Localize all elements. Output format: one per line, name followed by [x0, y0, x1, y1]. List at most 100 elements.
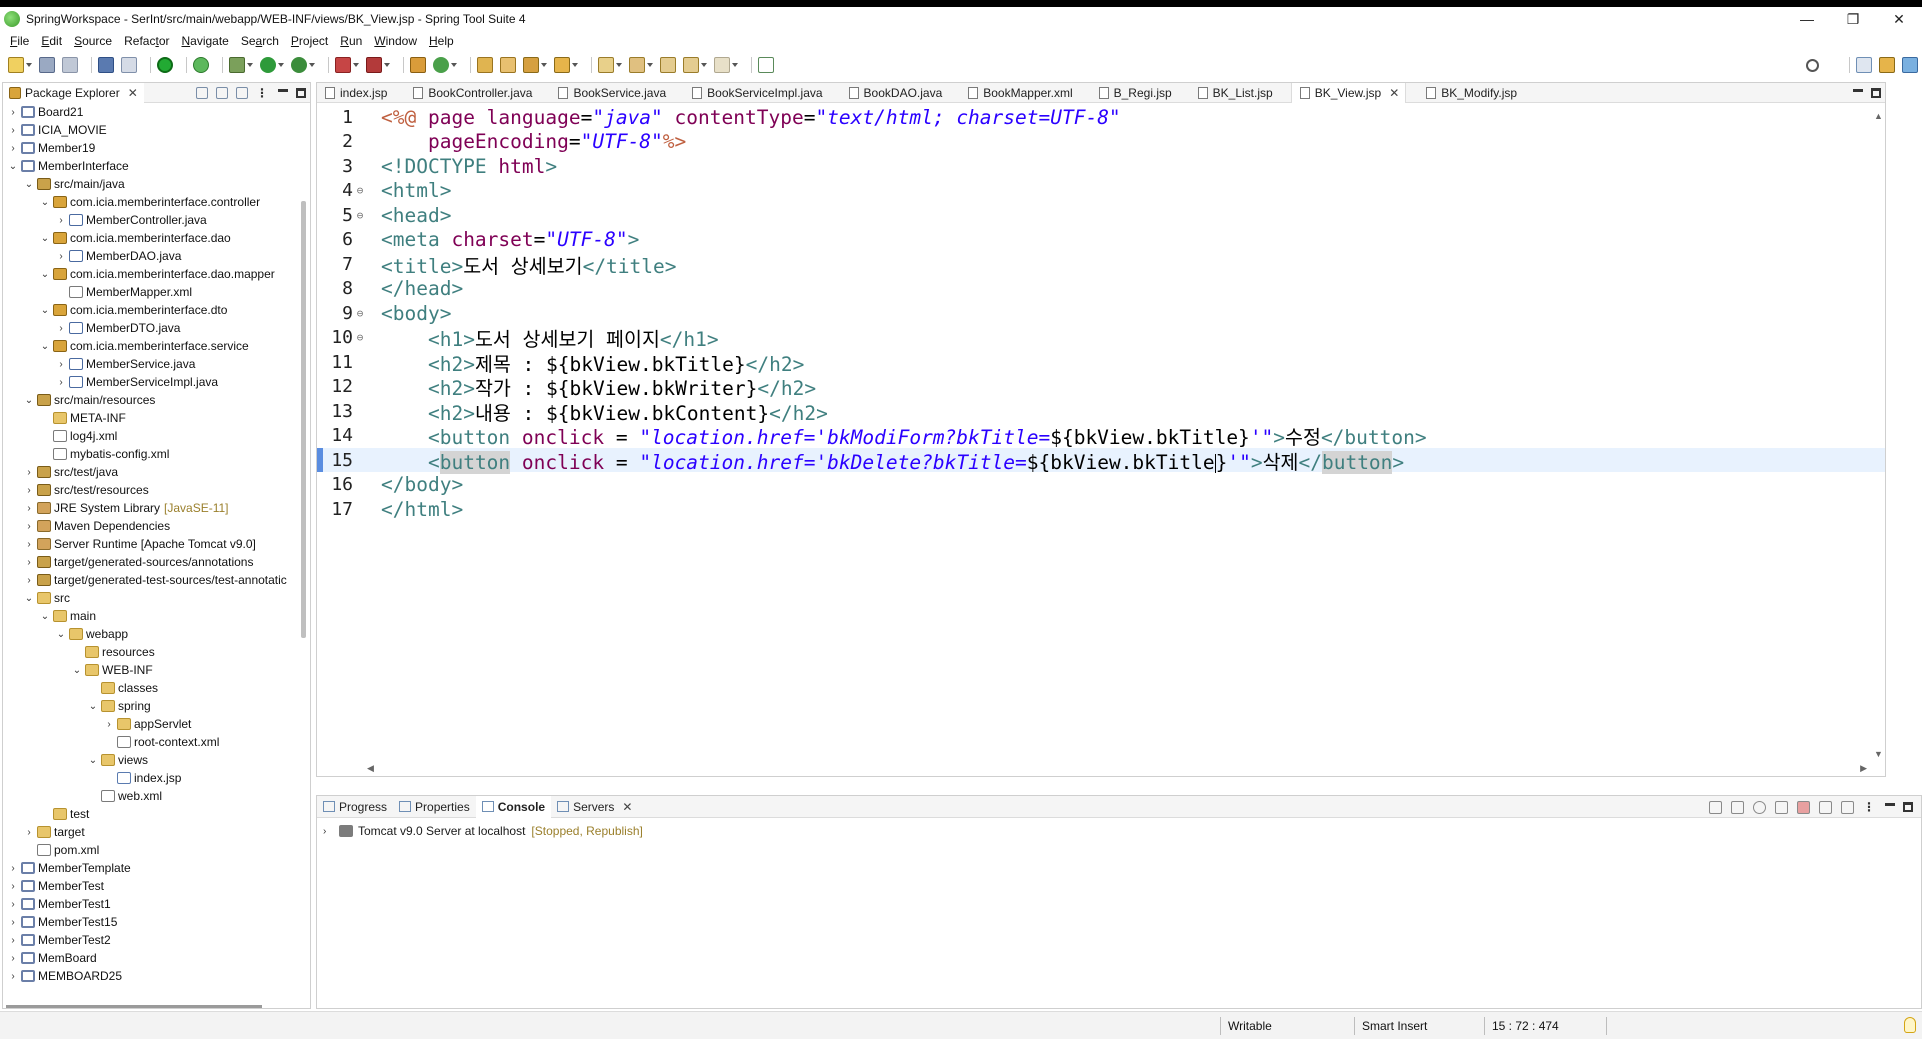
- tree-vertical-scrollbar[interactable]: [301, 201, 306, 638]
- editor-vertical-scrollbar[interactable]: ▲ ▼: [1873, 111, 1883, 759]
- tab-progress[interactable]: Progress: [317, 796, 393, 818]
- chevron-right-icon[interactable]: ›: [23, 557, 35, 568]
- tree-item[interactable]: classes: [3, 679, 293, 697]
- chevron-right-icon[interactable]: ›: [7, 881, 19, 892]
- chevron-right-icon[interactable]: ›: [103, 719, 115, 730]
- editor-tab[interactable]: BookServiceImpl.java: [684, 83, 828, 103]
- editor-tab[interactable]: BookController.java: [405, 83, 538, 103]
- link-with-editor-icon[interactable]: [216, 87, 228, 99]
- tree-item[interactable]: ⌄ src/main/resources: [3, 391, 293, 409]
- menu-item[interactable]: Search: [235, 34, 285, 48]
- chevron-right-icon[interactable]: ›: [23, 521, 35, 532]
- editor-tab[interactable]: B_Regi.jsp: [1091, 83, 1178, 103]
- menu-item[interactable]: Source: [68, 34, 118, 48]
- tab-servers[interactable]: Servers ✕: [551, 796, 638, 818]
- open-type-icon[interactable]: [477, 57, 493, 73]
- tree-item[interactable]: › target: [3, 823, 293, 841]
- close-icon[interactable]: ✕: [622, 800, 632, 814]
- chevron-right-icon[interactable]: ›: [23, 575, 35, 586]
- tree-item[interactable]: ⌄ src/main/java: [3, 175, 293, 193]
- chevron-down-icon[interactable]: ⌄: [87, 755, 99, 766]
- tree-item[interactable]: › MemberTest15: [3, 913, 293, 931]
- menu-item[interactable]: Window: [368, 34, 423, 48]
- start-server-icon[interactable]: [1753, 800, 1766, 814]
- editor-tab[interactable]: BK_View.jsp ✕: [1290, 83, 1407, 103]
- tree-item[interactable]: › target/generated-test-sources/test-anno…: [3, 571, 293, 589]
- chevron-right-icon[interactable]: ›: [7, 107, 19, 118]
- new-class-dropdown-icon[interactable]: [451, 63, 457, 67]
- relaunch-icon[interactable]: [193, 57, 209, 73]
- tree-item[interactable]: › ICIA_MOVIE: [3, 121, 293, 139]
- status-cursor-position[interactable]: 15 : 72 : 474: [1492, 1019, 1559, 1033]
- java-ee-perspective-icon[interactable]: [1879, 57, 1895, 73]
- open-task-icon[interactable]: [500, 57, 516, 73]
- editor-tab[interactable]: BookMapper.xml: [960, 83, 1078, 103]
- chevron-down-icon[interactable]: ⌄: [39, 305, 51, 316]
- run-dropdown-icon[interactable]: [278, 63, 284, 67]
- tree-item[interactable]: ⌄ com.icia.memberinterface.dto: [3, 301, 293, 319]
- new-java-package-icon[interactable]: [410, 57, 426, 73]
- chevron-right-icon[interactable]: ›: [7, 935, 19, 946]
- search-icon[interactable]: [1806, 58, 1819, 72]
- chevron-right-icon[interactable]: ›: [55, 359, 67, 370]
- tree-item[interactable]: ⌄ webapp: [3, 625, 293, 643]
- boot-dashboard-icon[interactable]: [157, 57, 173, 73]
- tree-item[interactable]: › Board21: [3, 103, 293, 121]
- external-tools-icon[interactable]: [366, 57, 382, 73]
- tree-item[interactable]: › MemberTemplate: [3, 859, 293, 877]
- menu-item[interactable]: Navigate: [175, 34, 234, 48]
- chevron-right-icon[interactable]: ›: [55, 215, 67, 226]
- search-dropdown-icon[interactable]: [541, 63, 547, 67]
- profile-server-icon[interactable]: [1775, 800, 1788, 814]
- tree-item[interactable]: test: [3, 805, 293, 823]
- status-insert-mode[interactable]: Smart Insert: [1362, 1019, 1427, 1033]
- chevron-right-icon[interactable]: ›: [23, 827, 35, 838]
- tip-lightbulb-icon[interactable]: [1904, 1017, 1916, 1033]
- tab-console[interactable]: Console: [475, 796, 552, 818]
- editor-tab[interactable]: BK_Modify.jsp: [1418, 83, 1523, 103]
- tree-item[interactable]: ⌄ com.icia.memberinterface.controller: [3, 193, 293, 211]
- tree-item[interactable]: › MemBoard: [3, 949, 293, 967]
- open-console-icon[interactable]: [98, 57, 114, 73]
- chevron-down-icon[interactable]: ⌄: [23, 593, 35, 604]
- chevron-right-icon[interactable]: ›: [55, 323, 67, 334]
- editor-tab[interactable]: BookService.java: [550, 83, 672, 103]
- minimize-editor-icon[interactable]: [1853, 88, 1863, 92]
- minimize-view-icon[interactable]: [278, 88, 288, 92]
- tree-item[interactable]: META-INF: [3, 409, 293, 427]
- scroll-up-arrow-icon[interactable]: ▲: [1874, 111, 1883, 121]
- chevron-right-icon[interactable]: ›: [55, 377, 67, 388]
- chevron-down-icon[interactable]: ⌄: [39, 611, 51, 622]
- new-dropdown-icon[interactable]: [26, 63, 32, 67]
- view-menu-icon[interactable]: ⋮: [1863, 800, 1875, 814]
- chevron-down-icon[interactable]: ⌄: [23, 395, 35, 406]
- menu-item[interactable]: Refactor: [118, 34, 175, 48]
- view-menu-icon[interactable]: ⋮: [256, 86, 268, 100]
- tree-item[interactable]: ⌄ com.icia.memberinterface.dao: [3, 229, 293, 247]
- tab-package-explorer[interactable]: Package Explorer ✕: [3, 83, 144, 103]
- tree-item[interactable]: root-context.xml: [3, 733, 293, 751]
- chevron-right-icon[interactable]: ›: [7, 971, 19, 982]
- filters-icon[interactable]: [236, 87, 248, 99]
- maximize-panel-icon[interactable]: [1903, 802, 1913, 812]
- tree-item[interactable]: mybatis-config.xml: [3, 445, 293, 463]
- chevron-right-icon[interactable]: ›: [7, 917, 19, 928]
- tree-item[interactable]: MemberMapper.xml: [3, 283, 293, 301]
- tree-item[interactable]: log4j.xml: [3, 427, 293, 445]
- scroll-down-arrow-icon[interactable]: ▼: [1874, 749, 1883, 759]
- tree-item[interactable]: › MemberTest1: [3, 895, 293, 913]
- new-file-icon[interactable]: [8, 57, 24, 73]
- publish-icon[interactable]: [1819, 800, 1832, 814]
- chevron-down-icon[interactable]: ⌄: [23, 179, 35, 190]
- tree-item[interactable]: web.xml: [3, 787, 293, 805]
- next-annotation-dropdown-icon[interactable]: [616, 63, 622, 67]
- chevron-right-icon[interactable]: ›: [323, 826, 335, 837]
- forward-dropdown-icon[interactable]: [732, 63, 738, 67]
- fold-toggle-icon[interactable]: ⊖: [353, 307, 367, 320]
- tree-item[interactable]: › Server Runtime [Apache Tomcat v9.0]: [3, 535, 293, 553]
- collapse-all-icon[interactable]: [196, 87, 208, 99]
- next-annotation-icon[interactable]: [598, 57, 614, 73]
- tree-item[interactable]: index.jsp: [3, 769, 293, 787]
- tree-item[interactable]: › MemberService.java: [3, 355, 293, 373]
- collapse-all-icon[interactable]: [1709, 800, 1722, 814]
